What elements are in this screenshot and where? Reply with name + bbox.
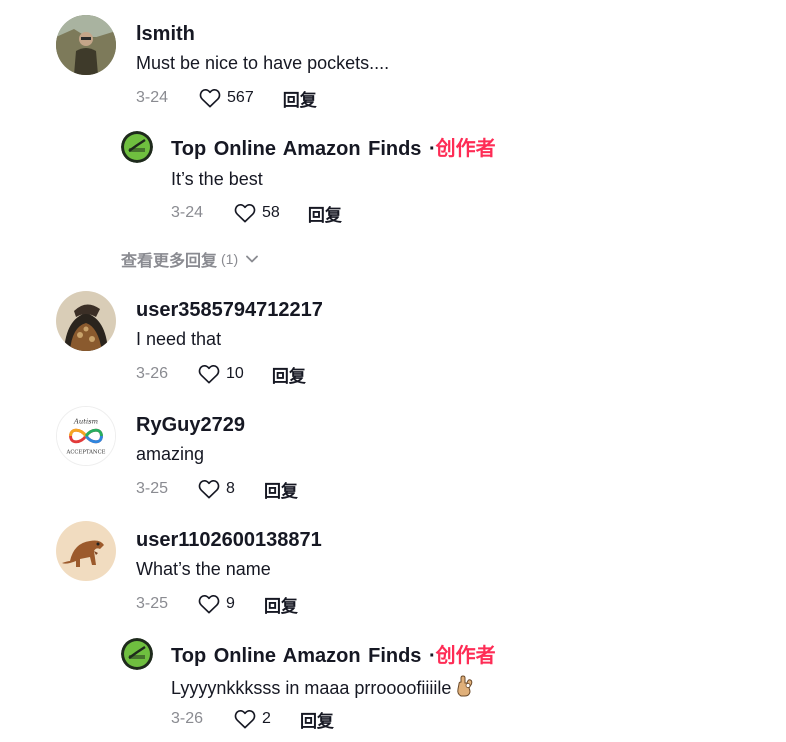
- avatar[interactable]: Autism ACCEPTANCE: [56, 406, 116, 466]
- comment-username[interactable]: user1102600138871: [136, 528, 322, 552]
- like-button[interactable]: 58: [234, 203, 280, 223]
- reply-text: It’s the best: [171, 169, 263, 189]
- creator-badge: 创作者: [435, 138, 496, 160]
- heart-icon: [198, 595, 220, 614]
- view-more-count: (1): [221, 251, 239, 267]
- reply-button[interactable]: 回复: [308, 201, 342, 226]
- view-more-label: 查看更多回复: [121, 253, 218, 270]
- reply-username[interactable]: Top Online Amazon Finds: [171, 138, 421, 160]
- reply-meta: 3-24 58 回复: [171, 201, 342, 225]
- comment-text: amazing: [136, 444, 205, 464]
- reply-username-row: Top Online Amazon Finds ·创作者: [171, 137, 496, 161]
- like-count: 9: [226, 595, 235, 612]
- reply-username[interactable]: Top Online Amazon Finds: [171, 645, 421, 667]
- like-count: 58: [262, 204, 280, 221]
- like-button[interactable]: 10: [198, 364, 244, 384]
- creator-avatar[interactable]: [121, 131, 153, 163]
- heart-icon: [234, 204, 256, 223]
- avatar[interactable]: [56, 15, 116, 75]
- like-count: 10: [226, 365, 244, 382]
- comment-meta: 3-25 9 回复: [136, 592, 298, 616]
- reply-button[interactable]: 回复: [300, 707, 334, 732]
- comment-text: I need that: [136, 329, 222, 349]
- separator-dot: ·: [429, 138, 436, 160]
- reply-button[interactable]: 回复: [272, 362, 306, 387]
- like-count: 8: [226, 480, 235, 497]
- ok-hand-emoji-icon: [455, 675, 475, 702]
- reply-button[interactable]: 回复: [264, 477, 298, 502]
- comment-username[interactable]: lsmith: [136, 22, 195, 46]
- reply-username-row: Top Online Amazon Finds ·创作者: [171, 644, 496, 668]
- comment-username[interactable]: RyGuy2729: [136, 413, 245, 437]
- separator-dot: ·: [429, 645, 436, 667]
- comment-text: What’s the name: [136, 559, 271, 579]
- reply-text-row: Lyyyynkkksss in maaa prroooofiiiile: [171, 675, 475, 702]
- avatar[interactable]: [56, 521, 116, 581]
- reply-text: Lyyyynkkksss in maaa prroooofiiiile: [171, 678, 452, 698]
- creator-badge: 创作者: [435, 645, 496, 667]
- comment-date: 3-24: [136, 89, 169, 106]
- comment-date: 3-26: [136, 365, 169, 382]
- avatar-text-bottom: ACCEPTANCE: [66, 449, 106, 455]
- reply-date: 3-24: [171, 204, 204, 221]
- avatar-text-top: Autism: [73, 417, 98, 425]
- reply-button[interactable]: 回复: [283, 86, 317, 111]
- reply-date: 3-26: [171, 710, 204, 727]
- heart-icon: [198, 365, 220, 384]
- reply-meta: 3-26 2 回复: [171, 707, 334, 731]
- like-button[interactable]: 8: [198, 479, 235, 499]
- like-button[interactable]: 567: [199, 88, 254, 108]
- like-count: 2: [262, 710, 271, 727]
- comment-username[interactable]: user3585794712217: [136, 298, 323, 322]
- like-button[interactable]: 9: [198, 594, 235, 614]
- comment-meta: 3-26 10 回复: [136, 362, 306, 386]
- chevron-down-icon: [246, 255, 259, 263]
- like-count: 567: [227, 89, 254, 106]
- heart-icon: [198, 480, 220, 499]
- heart-icon: [234, 710, 256, 729]
- heart-icon: [199, 89, 221, 108]
- comment-date: 3-25: [136, 595, 169, 612]
- comment-text: Must be nice to have pockets....: [136, 53, 390, 73]
- avatar[interactable]: [56, 291, 116, 351]
- like-button[interactable]: 2: [234, 709, 271, 729]
- comment-meta: 3-24 567 回复: [136, 86, 317, 110]
- view-more-replies-button[interactable]: 查看更多回复 (1): [121, 247, 259, 271]
- comment-date: 3-25: [136, 480, 169, 497]
- reply-button[interactable]: 回复: [264, 592, 298, 617]
- creator-avatar[interactable]: [121, 638, 153, 670]
- comment-meta: 3-25 8 回复: [136, 477, 298, 501]
